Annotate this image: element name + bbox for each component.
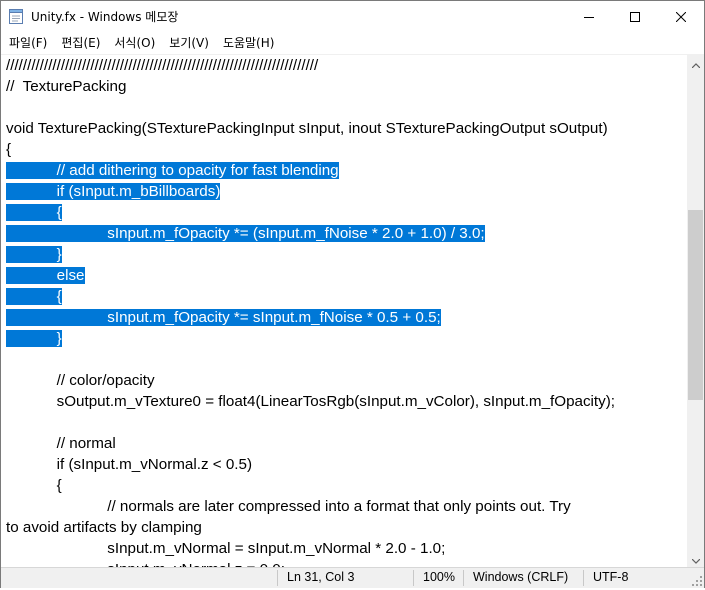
- editor-line[interactable]: {: [6, 286, 615, 307]
- chevron-down-icon: [691, 549, 700, 568]
- editor-line[interactable]: sOutput.m_vTexture0 = float4(LinearTosRg…: [6, 391, 615, 412]
- menu-view[interactable]: 보기(V): [161, 33, 215, 53]
- editor-line[interactable]: }: [6, 328, 615, 349]
- editor-line[interactable]: // color/opacity: [6, 370, 615, 391]
- encoding: UTF-8: [593, 570, 629, 584]
- status-separator: [413, 570, 414, 586]
- maximize-icon: [630, 7, 640, 26]
- editor-text[interactable]: ////////////////////////////////////////…: [6, 55, 615, 568]
- status-separator: [463, 570, 464, 586]
- editor-line[interactable]: {: [6, 475, 615, 496]
- zoom-level: 100%: [423, 570, 455, 584]
- chevron-up-icon: [691, 53, 700, 72]
- editor-line[interactable]: {: [6, 139, 615, 160]
- editor-line[interactable]: // normals are later compressed into a f…: [6, 496, 615, 517]
- close-button[interactable]: [658, 1, 704, 32]
- editor-line[interactable]: else: [6, 265, 615, 286]
- menu-bar: 파일(F) 편집(E) 서식(O) 보기(V) 도움말(H): [1, 32, 704, 54]
- editor-line[interactable]: void TexturePacking(STexturePackingInput…: [6, 118, 615, 139]
- editor-line[interactable]: if (sInput.m_vNormal.z < 0.5): [6, 454, 615, 475]
- close-icon: [675, 7, 687, 26]
- status-separator: [583, 570, 584, 586]
- editor-line[interactable]: // add dithering to opacity for fast ble…: [6, 160, 615, 181]
- notepad-window: Unity.fx - Windows 메모장 파일(F) 편집(E) 서식(O)…: [0, 0, 705, 588]
- scroll-down-button[interactable]: [687, 550, 704, 567]
- scroll-up-button[interactable]: [687, 54, 704, 71]
- editor-line[interactable]: // TexturePacking: [6, 76, 615, 97]
- editor-line[interactable]: if (sInput.m_bBillboards): [6, 181, 615, 202]
- editor-line[interactable]: ////////////////////////////////////////…: [6, 55, 615, 76]
- scrollbar-thumb[interactable]: [688, 210, 703, 400]
- cursor-position: Ln 31, Col 3: [287, 570, 355, 584]
- status-separator: [277, 570, 278, 586]
- editor-line[interactable]: to avoid artifacts by clamping: [6, 517, 615, 538]
- resize-grip-icon[interactable]: [691, 575, 703, 587]
- editor-line[interactable]: [6, 97, 615, 118]
- editor-line[interactable]: sInput.m_fOpacity *= (sInput.m_fNoise * …: [6, 223, 615, 244]
- editor-line[interactable]: }: [6, 244, 615, 265]
- window-title: Unity.fx - Windows 메모장: [31, 10, 179, 24]
- text-editor[interactable]: ////////////////////////////////////////…: [1, 54, 687, 568]
- vertical-scrollbar[interactable]: [687, 54, 704, 567]
- line-ending: Windows (CRLF): [473, 570, 569, 584]
- maximize-button[interactable]: [612, 1, 658, 32]
- status-bar: Ln 31, Col 3 100% Windows (CRLF) UTF-8: [1, 567, 704, 588]
- editor-line[interactable]: sInput.m_vNormal = sInput.m_vNormal * 2.…: [6, 538, 615, 559]
- editor-line[interactable]: [6, 412, 615, 433]
- minimize-button[interactable]: [566, 1, 612, 32]
- editor-line[interactable]: // normal: [6, 433, 615, 454]
- editor-line[interactable]: {: [6, 202, 615, 223]
- menu-file[interactable]: 파일(F): [1, 33, 53, 53]
- title-bar[interactable]: Unity.fx - Windows 메모장: [1, 1, 704, 32]
- menu-help[interactable]: 도움말(H): [215, 33, 281, 53]
- notepad-icon: [9, 8, 23, 24]
- minimize-icon: [584, 7, 594, 26]
- menu-format[interactable]: 서식(O): [106, 33, 161, 53]
- editor-line[interactable]: sInput.m_fOpacity *= sInput.m_fNoise * 0…: [6, 307, 615, 328]
- editor-line[interactable]: [6, 349, 615, 370]
- menu-edit[interactable]: 편집(E): [53, 33, 106, 53]
